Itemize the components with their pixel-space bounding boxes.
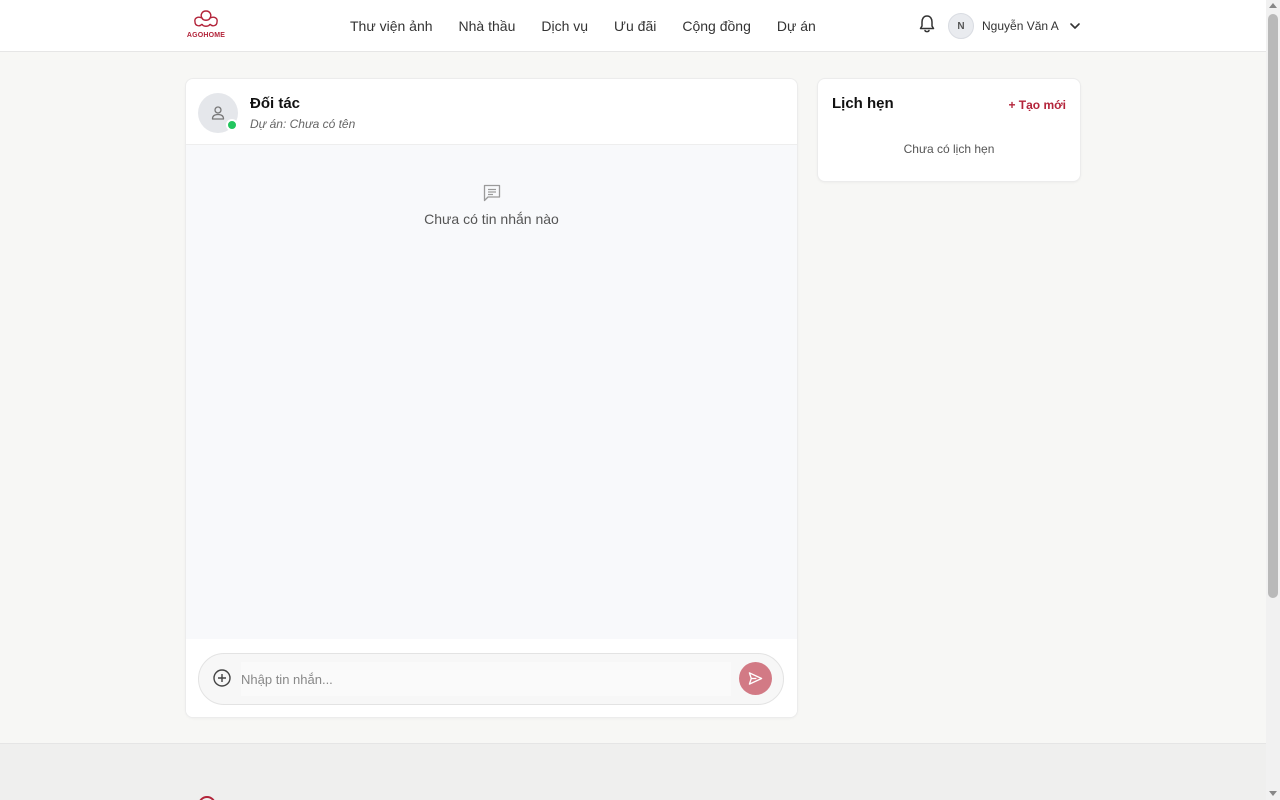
attach-plus-icon[interactable] — [211, 667, 233, 689]
nav-item-contractors[interactable]: Nhà thầu — [459, 18, 516, 34]
partner-project: Dự án: Chưa có tên — [250, 117, 356, 131]
user-icon — [211, 106, 225, 120]
online-status-dot — [226, 119, 238, 131]
nav-item-services[interactable]: Dịch vụ — [541, 18, 588, 34]
page-scrollbar[interactable] — [1266, 0, 1280, 800]
send-button[interactable] — [739, 662, 772, 695]
nav-item-projects[interactable]: Dự án — [777, 18, 816, 34]
page-footer — [0, 743, 1266, 800]
footer-logo-icon — [198, 796, 216, 800]
top-header: AGOHOME Thư viện ảnh Nhà thầu Dịch vụ Ưu… — [0, 0, 1266, 52]
chat-footer — [186, 639, 797, 717]
appointments-empty-text: Chưa có lịch hẹn — [903, 142, 995, 156]
message-composer — [198, 653, 784, 705]
main-nav: Thư viện ảnh Nhà thầu Dịch vụ Ưu đãi Cộn… — [350, 0, 842, 52]
logo-text: AGOHOME — [186, 32, 226, 39]
chat-panel: Đối tác Dự án: Chưa có tên Chưa có tin n… — [185, 78, 798, 718]
user-avatar: N — [948, 13, 974, 39]
scroll-down-arrow-icon[interactable] — [1269, 791, 1277, 796]
agohome-logo[interactable]: AGOHOME — [184, 9, 228, 43]
nav-item-community[interactable]: Cộng đồng — [682, 18, 751, 34]
logo-icon — [194, 10, 218, 27]
chat-header: Đối tác Dự án: Chưa có tên — [186, 79, 797, 145]
user-name: Nguyễn Văn A — [982, 19, 1059, 33]
message-input[interactable] — [241, 662, 731, 696]
bell-icon[interactable] — [918, 14, 936, 34]
chat-bubble-icon — [483, 184, 501, 202]
message-list[interactable]: Chưa có tin nhắn nào — [186, 145, 797, 639]
appointments-panel: Lịch hẹn + Tạo mới Chưa có lịch hẹn — [817, 78, 1081, 182]
partner-name: Đối tác — [250, 95, 301, 112]
scroll-thumb[interactable] — [1268, 14, 1278, 598]
nav-item-offers[interactable]: Ưu đãi — [614, 18, 656, 34]
empty-messages-text: Chưa có tin nhắn nào — [424, 211, 559, 227]
appointments-title: Lịch hẹn — [832, 95, 894, 112]
create-appointment-button[interactable]: + Tạo mới — [1008, 98, 1066, 112]
chevron-down-icon — [1069, 23, 1080, 29]
scroll-up-arrow-icon[interactable] — [1269, 3, 1277, 8]
send-icon — [748, 672, 763, 685]
user-menu[interactable]: N Nguyễn Văn A — [948, 13, 1081, 39]
nav-item-photo-library[interactable]: Thư viện ảnh — [350, 18, 433, 34]
